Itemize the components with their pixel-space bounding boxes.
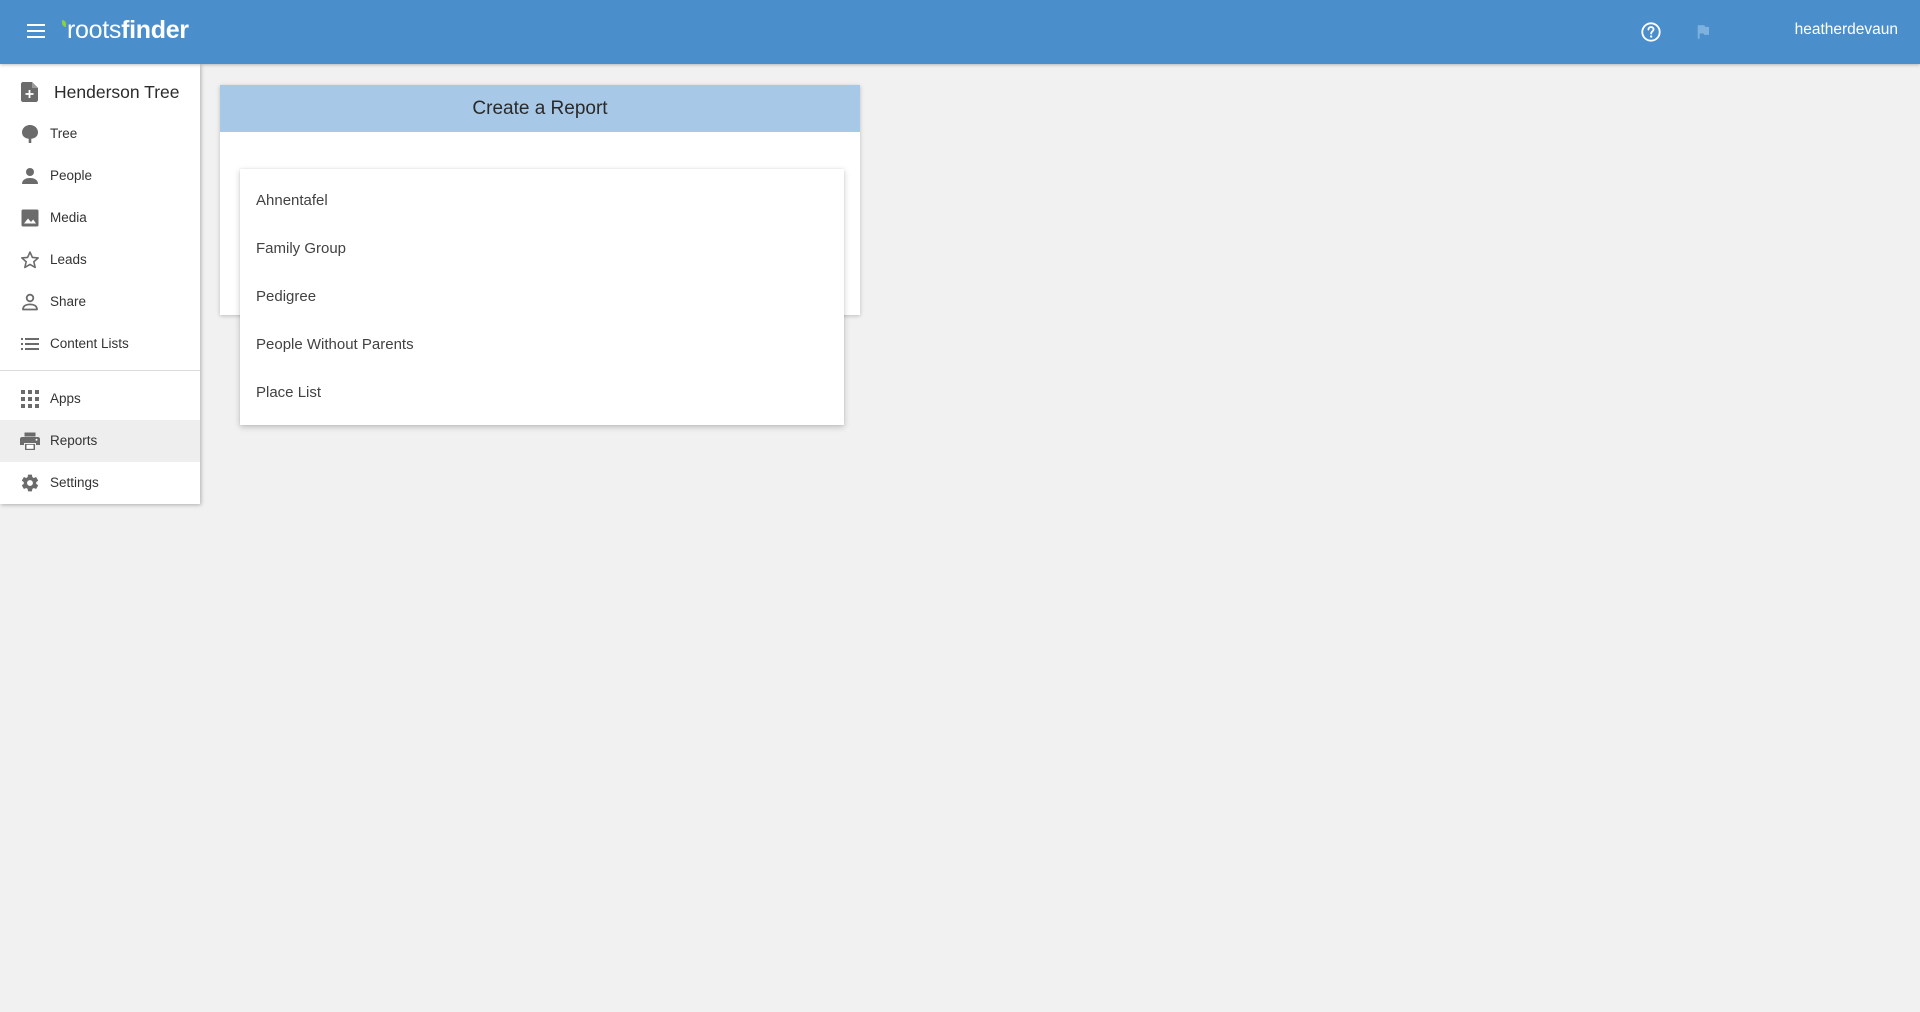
image-icon	[19, 207, 41, 229]
tree-title[interactable]: Henderson Tree	[0, 78, 200, 106]
report-option-place-list[interactable]: Place List	[240, 369, 844, 417]
person-outline-icon	[19, 291, 41, 313]
hamburger-menu-icon[interactable]	[19, 14, 53, 48]
sidebar-item-reports[interactable]: Reports	[0, 420, 200, 462]
username[interactable]: heatherdevaun	[1795, 21, 1898, 39]
report-option-people-without-parents[interactable]: People Without Parents	[240, 321, 844, 369]
card-title: Create a Report	[472, 97, 608, 119]
sidebar: Henderson Tree Tree People Media Leads S…	[0, 64, 200, 504]
sidebar-item-settings[interactable]: Settings	[0, 462, 200, 504]
flag-icon[interactable]	[1690, 19, 1716, 45]
printer-icon	[19, 430, 41, 452]
sidebar-item-label: People	[50, 168, 93, 183]
tree-title-label: Henderson Tree	[54, 82, 180, 102]
sidebar-item-apps[interactable]: Apps	[0, 378, 200, 420]
sidebar-item-label: Reports	[50, 433, 98, 448]
sidebar-item-leads[interactable]: Leads	[0, 239, 200, 281]
report-option-label: Pedigree	[256, 288, 317, 305]
report-type-menu: Ahnentafel Family Group Pedigree People …	[240, 169, 844, 425]
sidebar-item-label: Media	[50, 210, 87, 225]
logo-finder-text: finder	[121, 15, 189, 44]
sidebar-divider	[0, 370, 200, 371]
app-header: roots finder heatherdevaun	[0, 0, 1920, 64]
report-option-ahnentafel[interactable]: Ahnentafel	[240, 177, 844, 225]
sidebar-item-label: Apps	[50, 391, 81, 406]
rootsfinder-logo[interactable]: roots finder	[62, 13, 189, 47]
report-option-label: Place List	[256, 384, 322, 401]
logo-leaf-icon	[62, 19, 66, 27]
star-outline-icon	[19, 249, 41, 271]
sidebar-item-label: Settings	[50, 475, 99, 490]
report-option-label: Ahnentafel	[256, 192, 328, 209]
card-header: Create a Report	[220, 85, 860, 132]
tree-icon	[19, 123, 41, 145]
sidebar-item-label: Tree	[50, 126, 78, 141]
sidebar-item-people[interactable]: People	[0, 155, 200, 197]
sidebar-item-label: Share	[50, 294, 87, 309]
report-option-pedigree[interactable]: Pedigree	[240, 273, 844, 321]
list-icon	[19, 333, 41, 355]
sidebar-item-tree[interactable]: Tree	[0, 113, 200, 155]
apps-grid-icon	[19, 388, 41, 410]
report-option-family-group[interactable]: Family Group	[240, 225, 844, 273]
person-icon	[19, 165, 41, 187]
gear-icon	[19, 472, 41, 494]
report-option-label: People Without Parents	[256, 336, 414, 353]
report-option-label: Family Group	[256, 240, 347, 257]
sidebar-item-media[interactable]: Media	[0, 197, 200, 239]
add-document-icon	[19, 81, 41, 103]
sidebar-item-content-lists[interactable]: Content Lists	[0, 323, 200, 365]
help-circle-icon[interactable]	[1637, 18, 1665, 46]
sidebar-item-label: Content Lists	[50, 336, 129, 351]
logo-roots-text: roots	[67, 15, 122, 44]
sidebar-item-label: Leads	[50, 252, 87, 267]
sidebar-item-share[interactable]: Share	[0, 281, 200, 323]
